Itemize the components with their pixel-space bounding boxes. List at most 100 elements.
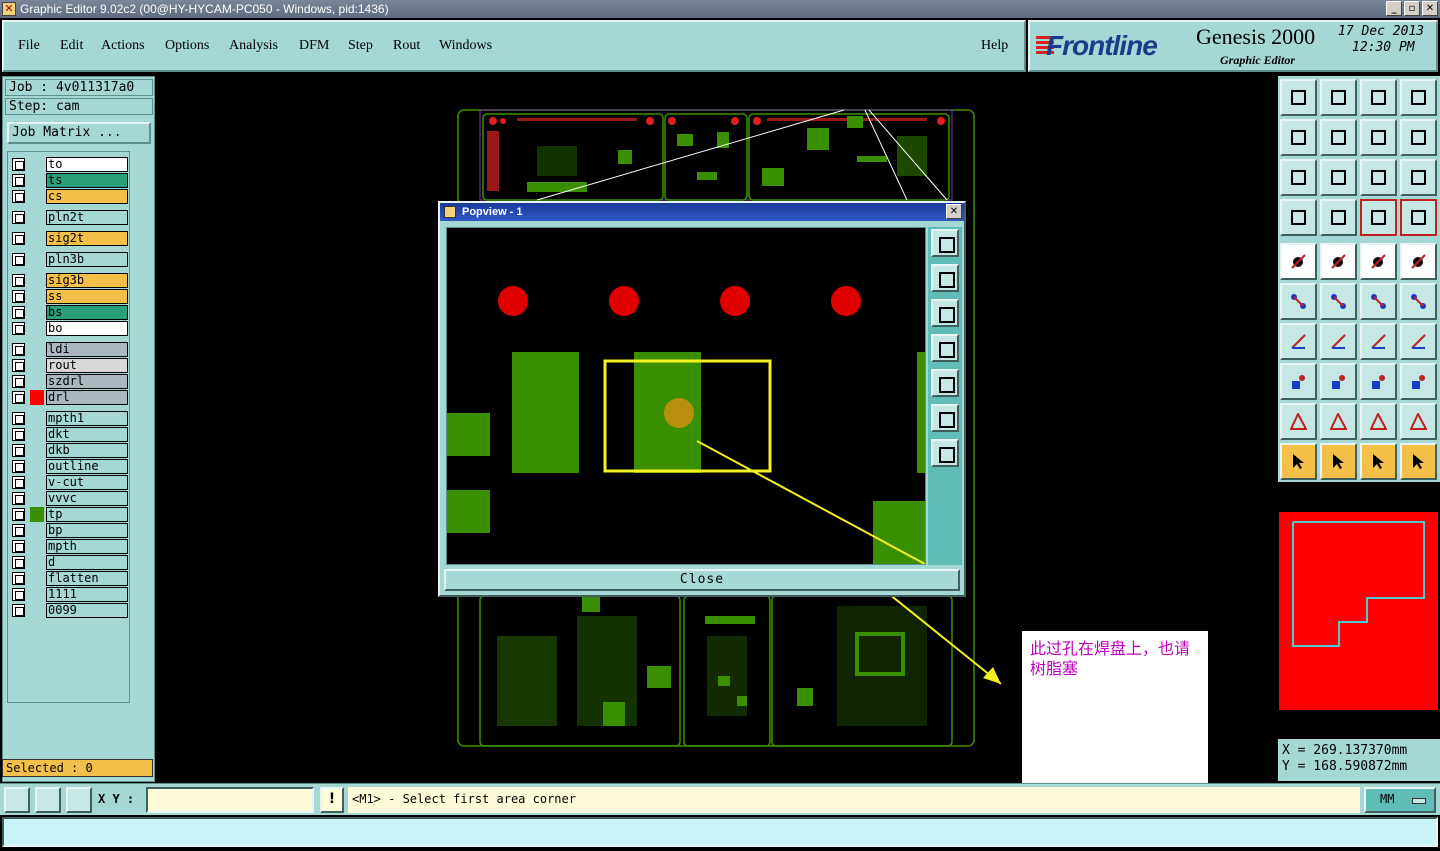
grid-mode-icon[interactable] — [66, 787, 92, 813]
menu-rout[interactable]: Rout — [393, 38, 420, 54]
layer-checkbox[interactable] — [12, 174, 25, 187]
tool-button-snap[interactable] — [1400, 243, 1437, 280]
layer-name[interactable]: tp — [46, 507, 128, 522]
tool-button-triangle-a[interactable] — [1280, 403, 1317, 440]
popview-down-icon[interactable] — [931, 299, 959, 327]
snap-mode-icon[interactable] — [4, 787, 30, 813]
layer-row[interactable]: pln3b — [10, 252, 128, 267]
layer-row[interactable]: bp — [10, 523, 128, 538]
layer-checkbox[interactable] — [12, 158, 25, 171]
layer-row[interactable]: ss — [10, 289, 128, 304]
tool-button-text[interactable] — [1400, 323, 1437, 360]
layer-checkbox[interactable] — [12, 476, 25, 489]
popview-title-bar[interactable]: Popview - 1 ✕ — [440, 203, 964, 221]
layer-row[interactable]: 1111 — [10, 587, 128, 602]
layer-name[interactable]: ss — [46, 289, 128, 304]
layer-color-swatch[interactable] — [30, 321, 44, 336]
layer-row[interactable]: ldi — [10, 342, 128, 357]
layer-row[interactable]: 0099 — [10, 603, 128, 618]
layer-name[interactable]: d — [46, 555, 128, 570]
layer-name[interactable]: cs — [46, 189, 128, 204]
layer-color-swatch[interactable] — [30, 210, 44, 225]
menu-step[interactable]: Step — [348, 38, 373, 54]
window-title-bar[interactable]: ✕ Graphic Editor 9.02c2 (00@HY-HYCAM-PC0… — [0, 0, 1440, 18]
layer-checkbox[interactable] — [12, 428, 25, 441]
layer-name[interactable]: bo — [46, 321, 128, 336]
tool-button-redraw[interactable] — [1400, 119, 1437, 156]
layer-color-swatch[interactable] — [30, 459, 44, 474]
layer-name[interactable]: mpth1 — [46, 411, 128, 426]
tool-button-scale-1-2[interactable] — [1360, 159, 1397, 196]
layer-checkbox[interactable] — [12, 343, 25, 356]
tool-button-layers-features[interactable] — [1400, 199, 1437, 236]
layer-name[interactable]: ldi — [46, 342, 128, 357]
menu-analysis[interactable]: Analysis — [229, 38, 278, 54]
layer-row[interactable]: drl — [10, 390, 128, 405]
tool-button-connect[interactable] — [1280, 283, 1317, 320]
tool-button-route[interactable] — [1400, 443, 1437, 480]
layer-row[interactable]: ts — [10, 173, 128, 188]
layer-name[interactable]: vvvc — [46, 491, 128, 506]
layer-row[interactable]: d — [10, 555, 128, 570]
layer-row[interactable]: bs — [10, 305, 128, 320]
layer-row[interactable]: flatten — [10, 571, 128, 586]
menu-windows[interactable]: Windows — [439, 38, 492, 54]
layer-checkbox[interactable] — [12, 290, 25, 303]
layer-row[interactable]: cs — [10, 189, 128, 204]
layer-checkbox[interactable] — [12, 588, 25, 601]
menu-help[interactable]: Help — [981, 38, 1008, 54]
layer-color-swatch[interactable] — [30, 571, 44, 586]
popview-zoom-icon[interactable] — [931, 229, 959, 257]
layer-row[interactable]: dkb — [10, 443, 128, 458]
layer-color-swatch[interactable] — [30, 411, 44, 426]
layer-name[interactable]: szdrl — [46, 374, 128, 389]
layer-row[interactable]: vvvc — [10, 491, 128, 506]
layer-name[interactable]: mpth — [46, 539, 128, 554]
layer-checkbox[interactable] — [12, 444, 25, 457]
layer-color-swatch[interactable] — [30, 539, 44, 554]
tool-button-window[interactable] — [1400, 79, 1437, 116]
layer-checkbox[interactable] — [12, 391, 25, 404]
layer-checkbox[interactable] — [12, 322, 25, 335]
tool-button-line-add[interactable] — [1360, 283, 1397, 320]
menu-dfm[interactable]: DFM — [299, 38, 329, 54]
alert-button[interactable]: ! — [320, 787, 344, 813]
tool-button-zoom-fit[interactable] — [1280, 159, 1317, 196]
tool-button-pointer-select[interactable] — [1360, 443, 1397, 480]
tool-button-zoom-in[interactable] — [1280, 119, 1317, 156]
layer-row[interactable]: bo — [10, 321, 128, 336]
layer-name[interactable]: outline — [46, 459, 128, 474]
layer-name[interactable]: drl — [46, 390, 128, 405]
tool-button-open-job[interactable] — [1280, 79, 1317, 116]
tool-button-zoom-out[interactable] — [1320, 119, 1357, 156]
layer-row[interactable]: mpth — [10, 539, 128, 554]
layer-row[interactable]: outline — [10, 459, 128, 474]
popview-center-icon[interactable] — [931, 439, 959, 467]
layer-row[interactable]: to — [10, 157, 128, 172]
layer-row[interactable]: v-cut — [10, 475, 128, 490]
layer-name[interactable]: 0099 — [46, 603, 128, 618]
layer-color-swatch[interactable] — [30, 157, 44, 172]
tool-button-measure[interactable] — [1320, 243, 1357, 280]
layer-color-swatch[interactable] — [30, 342, 44, 357]
layer-name[interactable]: 1111 — [46, 587, 128, 602]
layer-row[interactable]: tp — [10, 507, 128, 522]
menu-edit[interactable]: Edit — [60, 38, 83, 54]
layer-color-swatch[interactable] — [30, 305, 44, 320]
layer-checkbox[interactable] — [12, 540, 25, 553]
layer-checkbox[interactable] — [12, 524, 25, 537]
layer-name[interactable]: v-cut — [46, 475, 128, 490]
tool-button-ruler[interactable] — [1360, 243, 1397, 280]
menu-file[interactable]: File — [18, 38, 40, 54]
popview-close-icon[interactable]: ✕ — [946, 204, 962, 219]
layer-row[interactable]: pln2t — [10, 210, 128, 225]
layer-color-swatch[interactable] — [30, 231, 44, 246]
layer-name[interactable]: bs — [46, 305, 128, 320]
tool-button-help[interactable] — [1400, 159, 1437, 196]
layer-checkbox[interactable] — [12, 306, 25, 319]
tool-button-slope[interactable] — [1320, 323, 1357, 360]
layer-color-swatch[interactable] — [30, 358, 44, 373]
tool-button-line-split[interactable] — [1320, 363, 1357, 400]
tool-button-arc[interactable] — [1360, 323, 1397, 360]
layer-name[interactable]: dkt — [46, 427, 128, 442]
